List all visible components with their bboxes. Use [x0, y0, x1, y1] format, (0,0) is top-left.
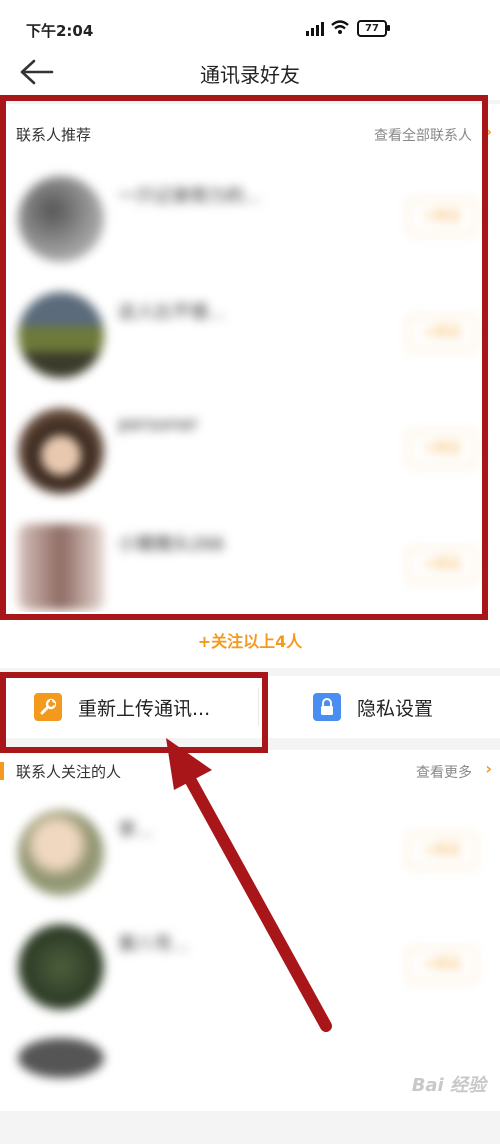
annotation-arrow-icon [166, 738, 332, 1032]
watermark-logo: Bai 经验 [411, 1075, 486, 1096]
